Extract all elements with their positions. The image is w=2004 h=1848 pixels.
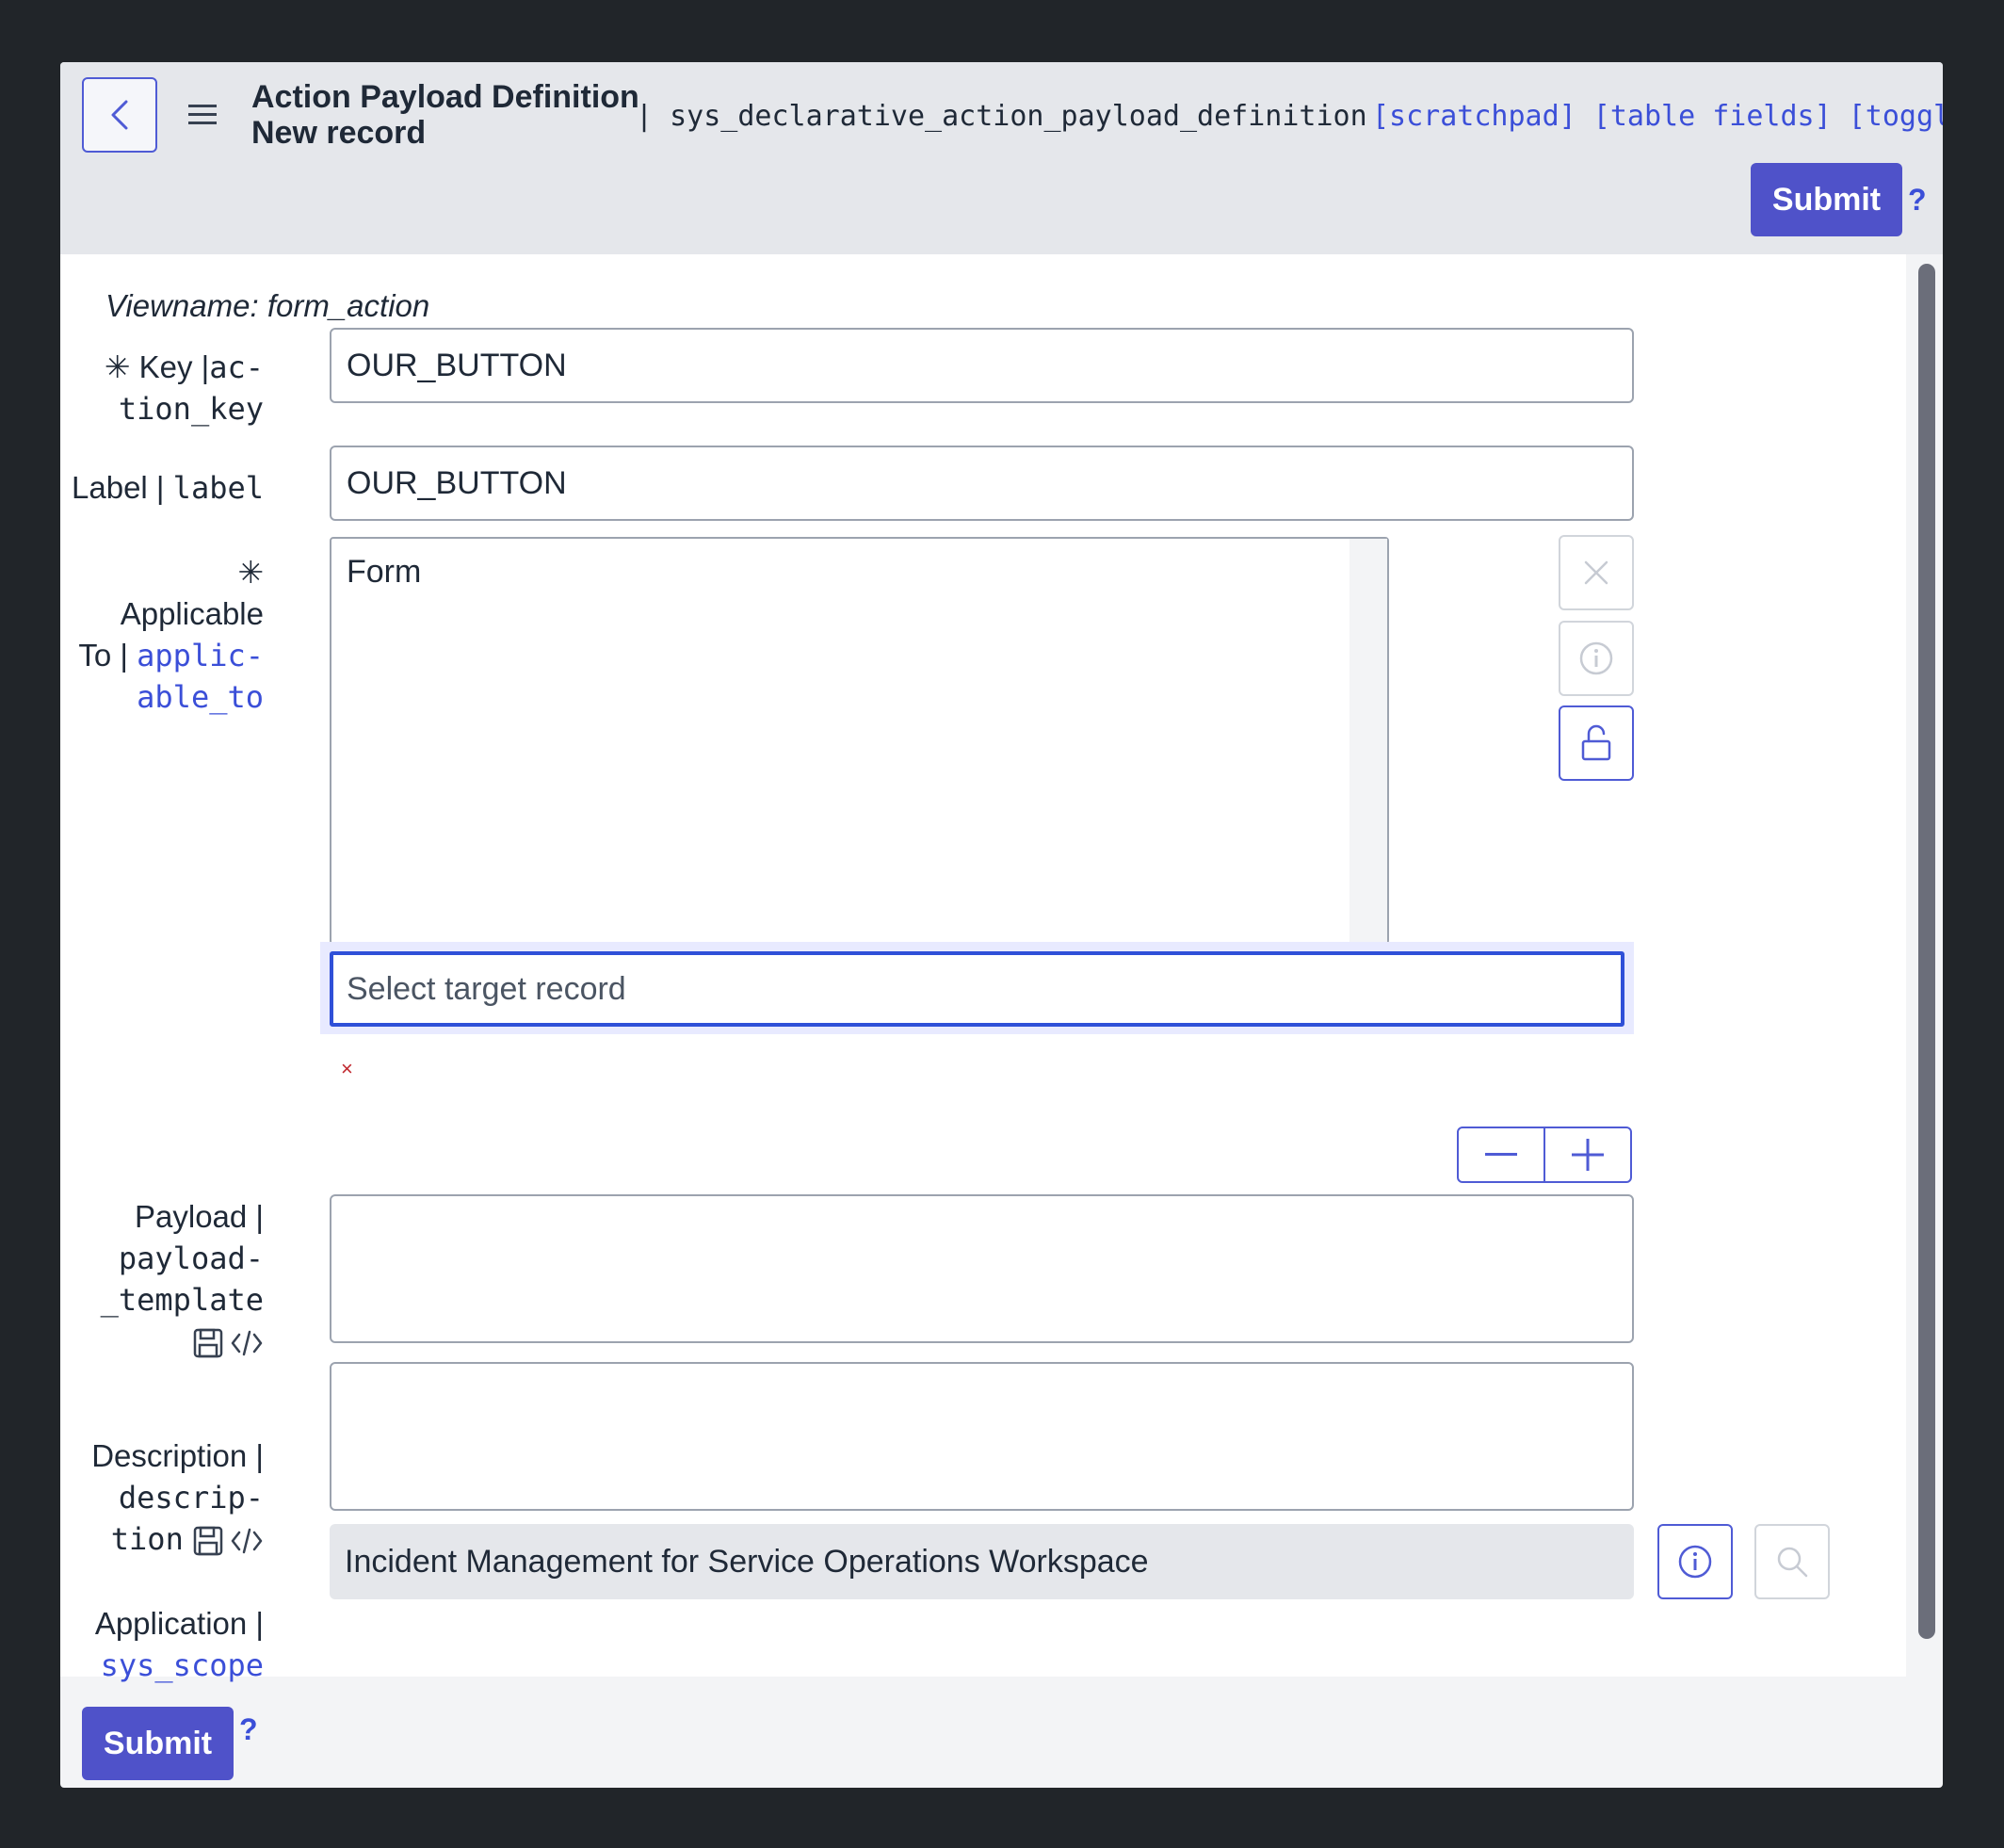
help-link-top[interactable]: ? [1908,183,1927,218]
table-name: | sys_declarative_action_payload_definit… [636,100,1367,133]
unlock-button[interactable] [1559,705,1634,781]
code-icon[interactable] [230,1525,264,1557]
application-label: Application | sys_scope [94,1606,264,1683]
save-icon[interactable] [192,1327,224,1359]
help-link-bottom[interactable]: ? [239,1712,258,1747]
required-icon: ✳ [237,555,264,590]
description-label: Description | descrip- tion [91,1438,264,1557]
description-textarea[interactable] [330,1362,1634,1511]
form-header: Action Payload Definition New record | s… [60,62,1943,254]
unlock-icon [1581,724,1611,761]
key-label: ✳ Key |ac- tion_key [104,349,264,427]
application-lookup-button[interactable] [1754,1524,1830,1599]
scrollbar[interactable] [1918,264,1935,1639]
application-info-button[interactable] [1657,1524,1733,1599]
clear-target-icon[interactable]: × [341,1057,353,1081]
hamburger-menu-icon[interactable] [188,102,217,128]
payload-label: Payload | payload- _template [101,1196,264,1362]
title-line-1: Action Payload Definition [251,79,639,115]
page-title: Action Payload Definition New record [251,79,639,151]
collapse-button[interactable] [1459,1128,1543,1181]
applicable-to-label: ✳ Applicable To | applic- able_to [78,552,264,718]
title-line-2: New record [251,115,427,151]
info-button-disabled[interactable] [1559,621,1634,696]
back-button[interactable] [82,77,157,153]
submit-button-bottom[interactable]: Submit [82,1707,234,1780]
form-window: Action Payload Definition New record | s… [60,62,1943,1788]
search-icon [1777,1547,1808,1578]
minus-icon [1485,1153,1517,1156]
label-input[interactable]: OUR_BUTTON [330,446,1634,521]
close-icon [1584,560,1608,585]
remove-button[interactable] [1559,535,1634,610]
payload-stepper [1457,1127,1632,1183]
viewname-label: Viewname: form_action [105,288,430,323]
application-field: Incident Management for Service Operatio… [330,1524,1634,1599]
list-scrollbar[interactable] [1349,539,1387,943]
info-icon [1579,641,1613,675]
list-item[interactable]: Form [347,554,421,591]
info-icon [1678,1545,1712,1579]
code-icon[interactable] [230,1327,264,1359]
required-icon: ✳ [104,349,131,384]
save-icon[interactable] [192,1525,224,1557]
applicable-to-list[interactable]: Form [330,537,1389,945]
header-links[interactable]: [scratchpad] [table fields] [toggle [1372,100,1943,133]
plus-icon [1572,1139,1604,1171]
submit-button-top[interactable]: Submit [1751,163,1902,236]
payload-textarea[interactable] [330,1194,1634,1343]
key-input[interactable]: OUR_BUTTON [330,328,1634,403]
expand-button[interactable] [1543,1128,1630,1181]
chevron-left-icon [111,100,128,130]
target-record-input[interactable]: Select target record [330,951,1624,1027]
label-label: Label | label [72,470,264,506]
